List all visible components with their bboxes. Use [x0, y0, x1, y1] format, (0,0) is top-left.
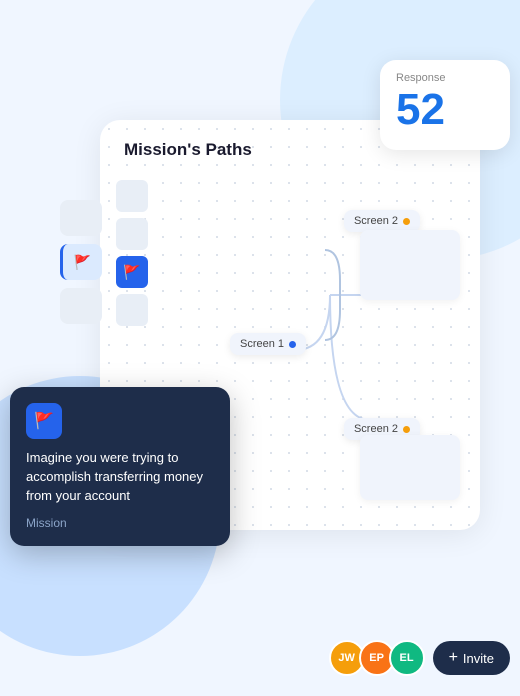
screen2-top-dot: [403, 218, 410, 225]
invite-button[interactable]: + Invite: [433, 641, 510, 675]
screen1-node: Screen 1: [230, 333, 306, 355]
sidebar-item-2-active[interactable]: 🚩: [60, 244, 102, 280]
tooltip-label: Mission: [26, 516, 214, 530]
avatar-el: EL: [389, 640, 425, 676]
inner-sidebar-item-2[interactable]: [116, 218, 148, 250]
tooltip-card: 🚩 Imagine you were trying to accomplish …: [10, 387, 230, 546]
inner-sidebar-item-1[interactable]: [116, 180, 148, 212]
screen1-dot: [289, 341, 296, 348]
inner-sidebar: 🚩: [116, 180, 148, 326]
avatar-group: JW EP EL: [329, 640, 425, 676]
avatar-ep-initials: EP: [369, 652, 384, 664]
left-sidebar: 🚩: [60, 200, 110, 324]
flag-icon-inner: 🚩: [123, 264, 140, 281]
flag-icon-sidebar: 🚩: [63, 244, 102, 280]
screen2-bottom-dot: [403, 426, 410, 433]
invite-label: Invite: [463, 651, 494, 666]
screen2-bottom-box: [360, 435, 460, 500]
tooltip-text: Imagine you were trying to accomplish tr…: [26, 449, 214, 506]
avatar-el-initials: EL: [400, 652, 414, 664]
tooltip-flag-icon: 🚩: [26, 403, 62, 439]
screen2-top-node: Screen 2: [344, 210, 420, 232]
response-card: Response 52: [380, 60, 510, 150]
avatar-jw-initials: JW: [338, 652, 355, 664]
inner-sidebar-item-3-active[interactable]: 🚩: [116, 256, 148, 288]
invite-plus-icon: +: [449, 649, 458, 667]
response-card-label: Response: [396, 72, 494, 84]
bottom-bar: JW EP EL + Invite: [329, 640, 510, 676]
tooltip-flag-glyph: 🚩: [34, 411, 54, 431]
screen2-top-box: [360, 230, 460, 300]
sidebar-item-1[interactable]: [60, 200, 102, 236]
response-card-number: 52: [396, 88, 494, 132]
sidebar-item-3[interactable]: [60, 288, 102, 324]
inner-sidebar-item-4[interactable]: [116, 294, 148, 326]
